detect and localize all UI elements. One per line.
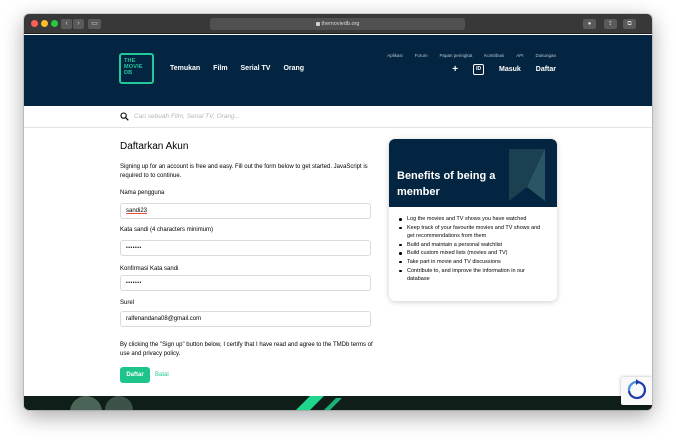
nav-discover[interactable]: Temukan [170, 65, 200, 72]
intro-text: Signing up for an account is free and ea… [120, 164, 368, 179]
username-value: sandi23 [126, 208, 148, 214]
header-actions: + ID Masuk Daftar [439, 64, 556, 75]
sub-nav-api[interactable]: API [516, 53, 523, 58]
footer-decoration [24, 396, 652, 410]
share-icon[interactable]: ⇪ [604, 19, 617, 29]
list-item: Build custom mixed lists (movies and TV) [399, 249, 549, 258]
logo-line-3: DB [124, 70, 133, 76]
list-item: Log the movies and TV shows you have wat… [399, 215, 549, 224]
list-item: Take part in movie and TV discussions [399, 258, 549, 267]
address-text: themoviedb.org [321, 21, 360, 27]
extension-icon[interactable]: ● [583, 19, 596, 29]
recaptcha-badge[interactable] [621, 377, 652, 405]
minimize-window-button[interactable] [41, 20, 48, 27]
sub-nav-support[interactable]: Dukungan [535, 53, 556, 58]
list-item: Build and maintain a personal watchlist [399, 241, 549, 250]
plus-icon[interactable]: + [452, 64, 458, 75]
sub-nav-apps[interactable]: Aplikasi [387, 53, 403, 58]
password-label: Kata sandi (4 characters minimum) [120, 227, 214, 233]
maximize-window-button[interactable] [51, 20, 58, 27]
close-window-button[interactable] [31, 20, 38, 27]
page-title: Daftarkan Akun [120, 141, 189, 152]
benefits-title: Benefits of being a member [397, 170, 496, 198]
signup-link[interactable]: Daftar [536, 66, 556, 73]
nav-people[interactable]: Orang [283, 65, 304, 72]
confirm-password-input[interactable]: ••••••• [120, 275, 371, 291]
search-input[interactable]: Cari sebuah Film, Serial TV, Orang... [134, 113, 240, 120]
main-content: Daftarkan Akun Signing up for an account… [24, 129, 652, 396]
username-input[interactable]: sandi23 [120, 203, 371, 219]
benefits-card: Benefits of being a member Log the movie… [389, 139, 557, 301]
list-item: Contribute to, and improve the informati… [399, 267, 549, 284]
search-bar: Cari sebuah Film, Serial TV, Orang... [24, 106, 652, 128]
cancel-link[interactable]: Batal [155, 372, 169, 378]
sub-nav: Aplikasi Forum Papan peringkat Kontribus… [377, 52, 556, 59]
confirm-password-label: Konfirmasi Kata sandi [120, 266, 179, 272]
nav-tv-shows[interactable]: Serial TV [241, 65, 271, 72]
main-nav: Temukan Film Serial TV Orang [170, 65, 315, 72]
recaptcha-icon [627, 379, 646, 400]
benefits-header: Benefits of being a member [389, 139, 557, 207]
sub-nav-forums[interactable]: Forum [415, 53, 428, 58]
sub-nav-leaderboard[interactable]: Papan peringkat [440, 53, 473, 58]
tmdb-logo[interactable]: THE MOVIE DB [119, 53, 154, 84]
address-bar[interactable]: themoviedb.org [210, 18, 465, 30]
footer-banner [24, 396, 652, 410]
email-label: Surel [120, 300, 135, 306]
forward-icon[interactable]: › [73, 19, 84, 29]
browser-toolbar: ‹ › ▭ themoviedb.org ● ⇪ ⧉ [24, 14, 652, 34]
benefits-list: Log the movies and TV shows you have wat… [399, 215, 549, 284]
nav-movies[interactable]: Film [213, 65, 227, 72]
tabs-icon[interactable]: ⧉ [623, 19, 636, 29]
password-input[interactable]: ••••••• [120, 240, 371, 256]
email-input[interactable]: ralfenandana08@gmail.com [120, 311, 371, 327]
search-icon [120, 112, 129, 121]
list-item: Keep track of your favourite movies and … [399, 224, 549, 241]
language-button[interactable]: ID [473, 64, 485, 75]
lock-icon [315, 21, 320, 26]
back-icon[interactable]: ‹ [61, 19, 72, 29]
signup-button[interactable]: Daftar [120, 367, 150, 383]
browser-window: ‹ › ▭ themoviedb.org ● ⇪ ⧉ THE MOVIE DB … [24, 14, 652, 410]
terms-text: By clicking the "Sign up" button below, … [120, 342, 373, 357]
sidebar-toggle-icon[interactable]: ▭ [88, 19, 101, 29]
login-link[interactable]: Masuk [499, 66, 521, 73]
site-header: THE MOVIE DB Temukan Film Serial TV Oran… [24, 35, 652, 106]
sub-nav-contribute[interactable]: Kontribusi [484, 53, 504, 58]
username-label: Nama pengguna [120, 190, 165, 196]
